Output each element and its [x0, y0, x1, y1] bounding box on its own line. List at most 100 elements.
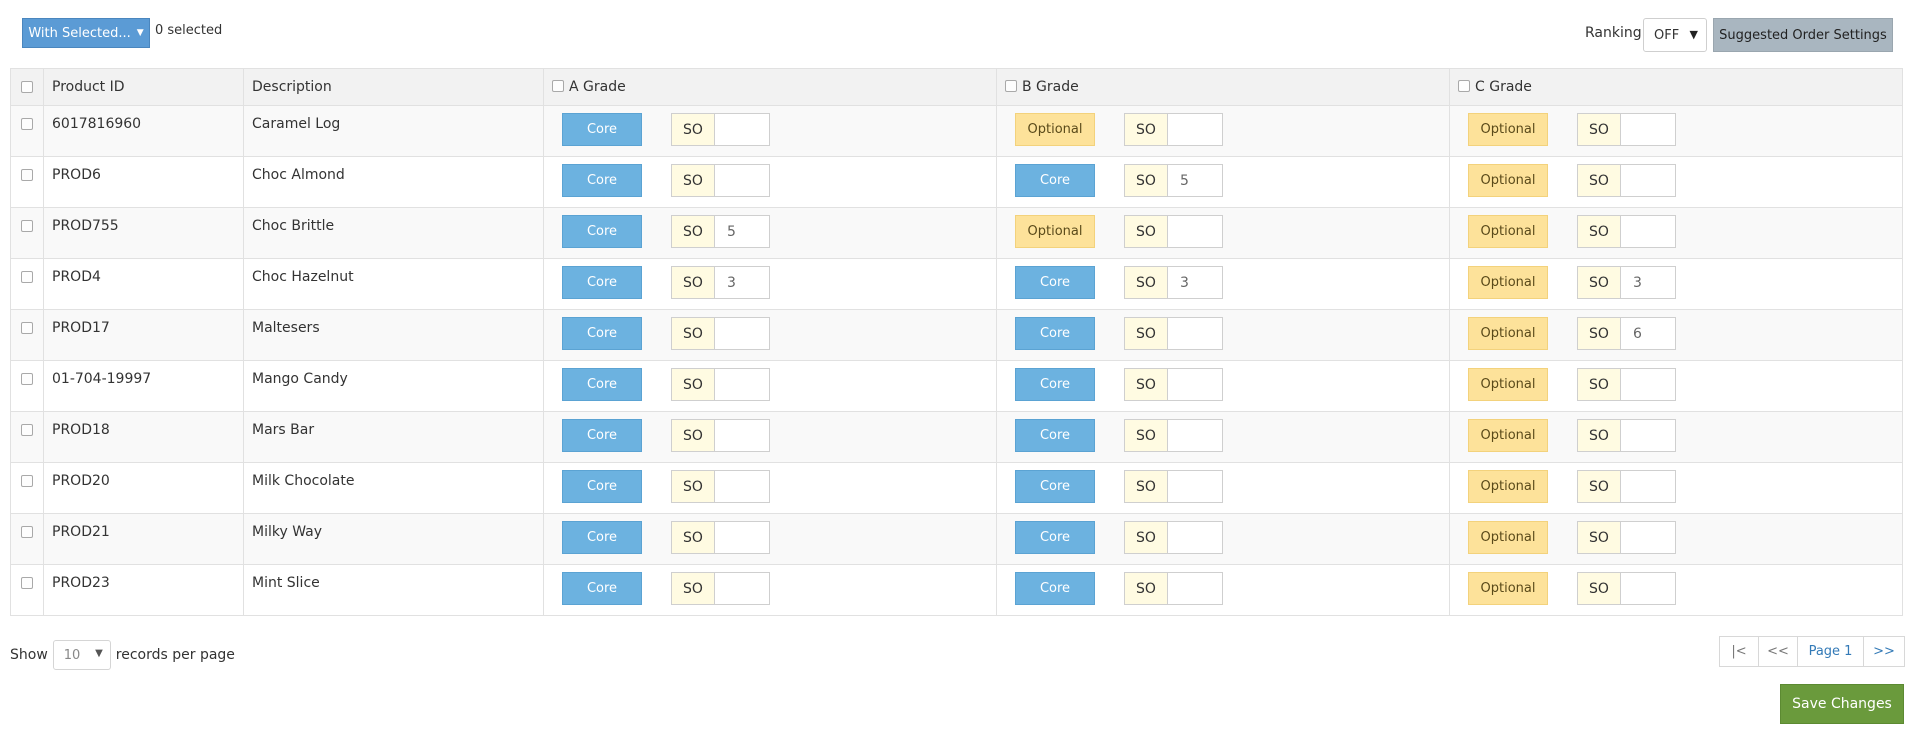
per-page-value: 10: [63, 647, 81, 663]
grade-c-cell: Optional SO: [1449, 462, 1903, 514]
row-checkbox[interactable]: [21, 373, 33, 385]
grade-a-so-input[interactable]: 5: [715, 215, 770, 248]
next-page-button[interactable]: >>: [1863, 636, 1905, 667]
select-all-checkbox[interactable]: [20, 81, 33, 93]
grade-b-so-input[interactable]: [1168, 317, 1223, 350]
grade-c-type-button[interactable]: Optional: [1468, 419, 1548, 452]
with-selected-dropdown[interactable]: With Selected... ▼: [22, 18, 150, 48]
grade-a-type-button[interactable]: Core: [562, 317, 642, 350]
grade-c-type-button[interactable]: Optional: [1468, 572, 1548, 605]
grade-b-so-input[interactable]: [1168, 215, 1223, 248]
grade-b-type-button[interactable]: Core: [1015, 317, 1095, 350]
row-select-cell: [10, 105, 44, 157]
grade-a-so-input[interactable]: [715, 572, 770, 605]
product-id-cell: PROD6: [43, 156, 244, 208]
grade-c-type-button[interactable]: Optional: [1468, 521, 1548, 554]
grade-c-type-button[interactable]: Optional: [1468, 368, 1548, 401]
grade-c-so-input[interactable]: [1621, 113, 1676, 146]
grade-b-so-input[interactable]: [1168, 572, 1223, 605]
grade-b-type-button[interactable]: Core: [1015, 572, 1095, 605]
grade-c-so-input[interactable]: [1621, 521, 1676, 554]
records-per-page-label: records per page: [115, 647, 235, 663]
grade-a-type-button[interactable]: Core: [562, 470, 642, 503]
grade-b-so-input[interactable]: [1168, 521, 1223, 554]
grade-a-type-button[interactable]: Core: [562, 419, 642, 452]
grade-b-so-input[interactable]: [1168, 113, 1223, 146]
grade-b-so-group: SO: [1124, 317, 1223, 350]
row-checkbox[interactable]: [21, 424, 33, 436]
grade-c-so-input[interactable]: [1621, 419, 1676, 452]
header-description[interactable]: Description: [243, 68, 544, 106]
grade-b-type-button[interactable]: Core: [1015, 521, 1095, 554]
grade-c-so-input[interactable]: [1621, 164, 1676, 197]
grade-b-type-button[interactable]: Core: [1015, 164, 1095, 197]
header-product-id[interactable]: Product ID: [43, 68, 244, 106]
grade-c-type-button[interactable]: Optional: [1468, 470, 1548, 503]
grade-b-so-input[interactable]: [1168, 470, 1223, 503]
grade-a-type-button[interactable]: Core: [562, 368, 642, 401]
grade-a-so-input[interactable]: 3: [715, 266, 770, 299]
grade-c-type-button[interactable]: Optional: [1468, 113, 1548, 146]
grade-a-type-button[interactable]: Core: [562, 572, 642, 605]
row-checkbox[interactable]: [21, 526, 33, 538]
product-id-cell: PROD23: [43, 564, 244, 616]
grade-b-type-button[interactable]: Optional: [1015, 113, 1095, 146]
so-label: SO: [671, 266, 715, 299]
grade-c-checkbox[interactable]: [1458, 79, 1470, 92]
grade-a-type-button[interactable]: Core: [562, 521, 642, 554]
grade-b-type-button[interactable]: Core: [1015, 266, 1095, 299]
row-checkbox[interactable]: [21, 169, 33, 181]
grade-b-cell: Core SO 3: [996, 258, 1450, 310]
row-checkbox[interactable]: [21, 475, 33, 487]
grade-a-so-input[interactable]: [715, 521, 770, 554]
ranking-select[interactable]: OFF ▼: [1643, 18, 1707, 52]
grade-c-so-input[interactable]: 3: [1621, 266, 1676, 299]
grade-a-cell: Core SO: [543, 360, 997, 412]
per-page-select[interactable]: 10 ▼: [52, 640, 111, 670]
grade-c-so-input[interactable]: [1621, 215, 1676, 248]
grade-a-type-button[interactable]: Core: [562, 113, 642, 146]
description-cell: Choc Brittle: [243, 207, 544, 259]
grade-c-so-input[interactable]: [1621, 470, 1676, 503]
grade-a-so-input[interactable]: [715, 317, 770, 350]
grade-b-so-input[interactable]: 3: [1168, 266, 1223, 299]
grade-b-checkbox[interactable]: [1005, 79, 1017, 92]
grade-c-cell: Optional SO: [1449, 156, 1903, 208]
grade-b-so-input[interactable]: 5: [1168, 164, 1223, 197]
grade-b-so-input[interactable]: [1168, 419, 1223, 452]
grade-c-so-input[interactable]: [1621, 368, 1676, 401]
grade-c-type-button[interactable]: Optional: [1468, 215, 1548, 248]
grade-b-type-button[interactable]: Optional: [1015, 215, 1095, 248]
grade-a-so-input[interactable]: [715, 113, 770, 146]
grade-a-so-input[interactable]: [715, 164, 770, 197]
suggested-order-settings-button[interactable]: Suggested Order Settings: [1713, 18, 1893, 52]
grade-a-so-input[interactable]: [715, 470, 770, 503]
grade-a-checkbox[interactable]: [552, 79, 564, 92]
first-page-button[interactable]: |<: [1719, 636, 1759, 667]
grade-a-type-button[interactable]: Core: [562, 164, 642, 197]
grade-c-so-input[interactable]: [1621, 572, 1676, 605]
grade-c-type-button[interactable]: Optional: [1468, 164, 1548, 197]
product-id-cell: PROD17: [43, 309, 244, 361]
row-checkbox[interactable]: [21, 322, 33, 334]
grade-a-so-input[interactable]: [715, 419, 770, 452]
current-page-button[interactable]: Page 1: [1797, 636, 1864, 667]
grade-b-type-button[interactable]: Core: [1015, 419, 1095, 452]
so-label: SO: [1577, 368, 1621, 401]
grade-c-type-button[interactable]: Optional: [1468, 266, 1548, 299]
so-label: SO: [671, 215, 715, 248]
grade-a-type-button[interactable]: Core: [562, 266, 642, 299]
grade-c-so-input[interactable]: 6: [1621, 317, 1676, 350]
row-checkbox[interactable]: [21, 118, 33, 130]
save-changes-button[interactable]: Save Changes: [1780, 684, 1904, 724]
grade-b-type-button[interactable]: Core: [1015, 470, 1095, 503]
row-checkbox[interactable]: [21, 271, 33, 283]
row-checkbox[interactable]: [21, 577, 33, 589]
row-checkbox[interactable]: [21, 220, 33, 232]
grade-a-type-button[interactable]: Core: [562, 215, 642, 248]
grade-b-type-button[interactable]: Core: [1015, 368, 1095, 401]
grade-b-so-input[interactable]: [1168, 368, 1223, 401]
grade-a-so-input[interactable]: [715, 368, 770, 401]
previous-page-button[interactable]: <<: [1758, 636, 1798, 667]
grade-c-type-button[interactable]: Optional: [1468, 317, 1548, 350]
